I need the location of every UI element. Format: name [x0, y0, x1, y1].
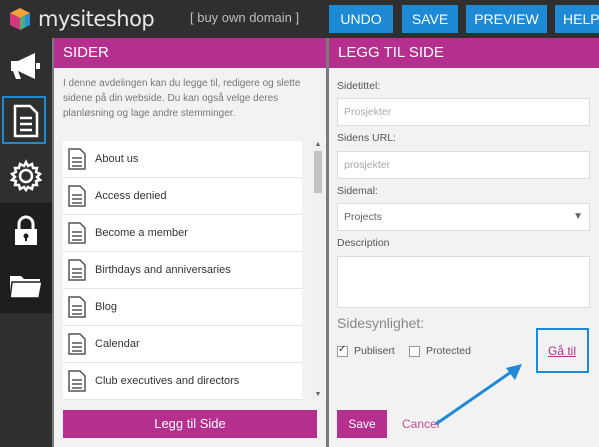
- document-icon: [68, 185, 86, 207]
- brand-logo[interactable]: mysiteshop: [8, 5, 155, 33]
- brand-name: mysiteshop: [38, 7, 155, 31]
- pages-panel-footer: Legg til Side: [54, 400, 326, 447]
- nav-settings[interactable]: [0, 148, 52, 203]
- page-item-label: About us: [95, 153, 139, 165]
- template-label: Sidemal:: [337, 185, 378, 197]
- page-item-blog[interactable]: Blog: [63, 289, 302, 326]
- page-item-about-us[interactable]: About us: [63, 141, 302, 178]
- protected-checkbox[interactable]: [409, 345, 420, 357]
- chevron-down-icon: ▼: [573, 211, 583, 222]
- visibility-title: Sidesynlighet:: [337, 315, 425, 331]
- lock-icon: [15, 215, 37, 245]
- save-top-button[interactable]: SAVE: [402, 5, 458, 33]
- scroll-down-icon[interactable]: ▼: [312, 391, 324, 398]
- page-item-label: Club executives and directors: [95, 375, 240, 387]
- document-icon: [68, 370, 86, 392]
- gear-icon: [9, 158, 43, 192]
- preview-button[interactable]: PREVIEW: [466, 5, 547, 33]
- pages-panel-title: SIDER: [54, 38, 326, 68]
- undo-button[interactable]: UNDO: [329, 5, 393, 33]
- page-item-calendar[interactable]: Calendar: [63, 326, 302, 363]
- description-textarea[interactable]: [337, 256, 590, 308]
- page-item-label: Access denied: [95, 190, 167, 202]
- top-bar: mysiteshop [ buy own domain ] UNDO SAVE …: [0, 0, 599, 38]
- pages-panel: SIDER I denne avdelingen kan du legge ti…: [54, 38, 326, 447]
- page-item-become-member[interactable]: Become a member: [63, 215, 302, 252]
- nav-files[interactable]: [0, 258, 52, 313]
- page-url-input[interactable]: prosjekter: [337, 151, 590, 179]
- pages-panel-description: I denne avdelingen kan du legge til, red…: [63, 78, 301, 119]
- goto-link[interactable]: Gå til: [548, 344, 576, 358]
- document-icon: [68, 259, 86, 281]
- add-page-button[interactable]: Legg til Side: [63, 410, 317, 438]
- scroll-up-icon[interactable]: ▲: [312, 141, 324, 148]
- nav-marketing[interactable]: [0, 38, 52, 93]
- document-icon: [68, 296, 86, 318]
- logo-cube-icon: [8, 7, 32, 31]
- template-select-value: Projects: [344, 211, 382, 223]
- pointer-arrow-icon: [435, 364, 522, 426]
- side-nav: [0, 38, 52, 447]
- page-item-label: Birthdays and anniversaries: [95, 264, 231, 276]
- pages-icon: [13, 104, 39, 137]
- published-checkbox-row[interactable]: Publisert: [337, 344, 395, 357]
- folder-icon: [9, 275, 43, 299]
- document-icon: [68, 148, 86, 170]
- pages-list: About us Access denied Become a member B…: [63, 141, 302, 401]
- protected-label: Protected: [426, 345, 471, 357]
- document-icon: [68, 333, 86, 355]
- page-url-label: Sidens URL:: [337, 132, 396, 144]
- page-item-access-denied[interactable]: Access denied: [63, 178, 302, 215]
- page-item-birthdays[interactable]: Birthdays and anniversaries: [63, 252, 302, 289]
- page-item-club-executives[interactable]: Club executives and directors: [63, 363, 302, 400]
- page-title-label: Sidetittel:: [337, 80, 381, 92]
- template-select[interactable]: Projects ▼: [337, 203, 590, 231]
- nav-pages[interactable]: [0, 93, 52, 148]
- description-label: Description: [337, 237, 390, 249]
- nav-security[interactable]: [0, 203, 52, 258]
- page-title-input[interactable]: Prosjekter: [337, 98, 590, 126]
- published-label: Publisert: [354, 345, 395, 357]
- scroll-thumb[interactable]: [314, 151, 322, 193]
- page-item-label: Blog: [95, 301, 118, 313]
- page-item-label: Calendar: [95, 338, 140, 350]
- help-button[interactable]: HELP: [555, 5, 599, 33]
- pages-list-scrollbar[interactable]: ▲ ▼: [312, 141, 324, 401]
- add-page-panel-title: LEGG TIL SIDE: [329, 38, 599, 68]
- megaphone-icon: [11, 52, 40, 79]
- document-icon: [68, 222, 86, 244]
- buy-domain-link[interactable]: [ buy own domain ]: [190, 10, 299, 25]
- published-checkbox[interactable]: [337, 344, 348, 357]
- save-page-button[interactable]: Save: [337, 410, 387, 438]
- protected-checkbox-row[interactable]: Protected: [409, 345, 471, 357]
- page-item-label: Become a member: [95, 227, 188, 239]
